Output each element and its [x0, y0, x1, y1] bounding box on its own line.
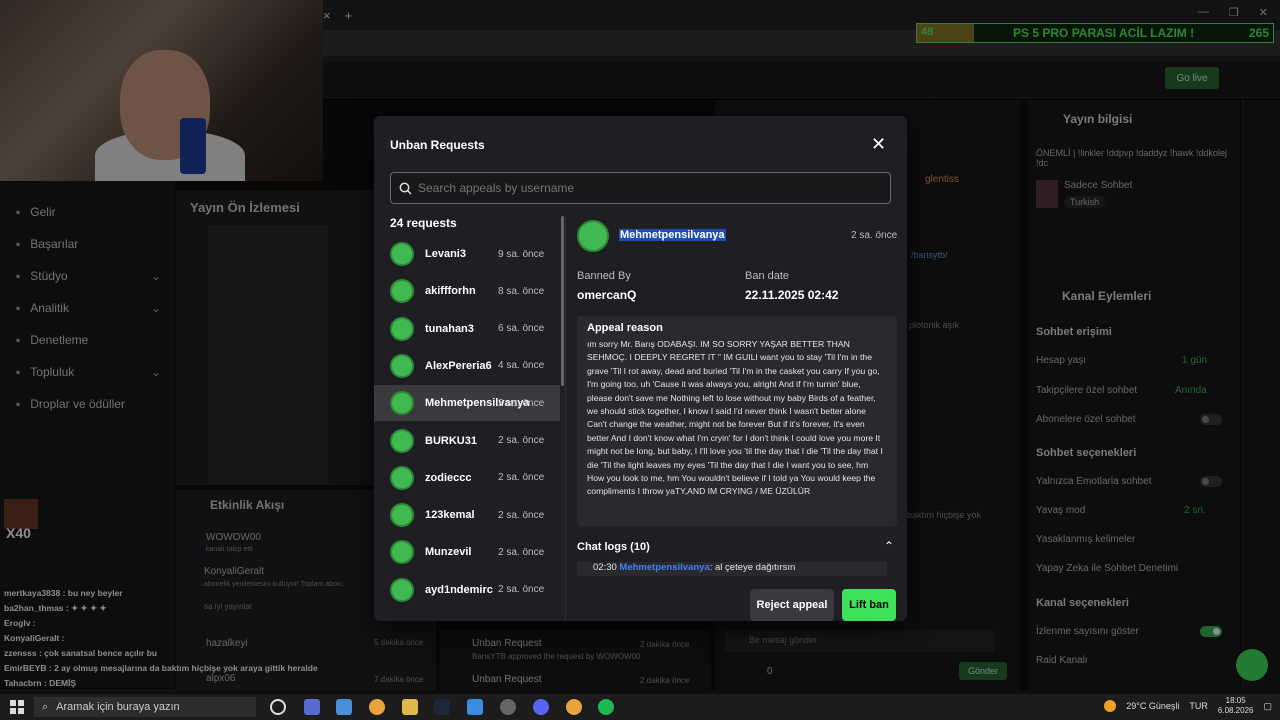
- notification-icon[interactable]: ▢: [1263, 701, 1272, 712]
- clock[interactable]: 18:05 6.08.2026: [1218, 696, 1254, 716]
- system-tray: 29°C Güneşli TUR 18:05 6.08.2026 ▢: [1104, 696, 1272, 716]
- request-list: Levani3 9 sa. önce akiffforhn 8 sa. önce tun…: [374, 236, 564, 621]
- app-icon[interactable]: [336, 699, 352, 715]
- appeal-search[interactable]: [390, 172, 891, 204]
- request-row[interactable]: Mehmetpensilvanya 2 sa. önce: [374, 385, 560, 422]
- appeal-reason-title: Appeal reason: [587, 322, 663, 334]
- chat-log-user[interactable]: Mehmetpensilvanya: [619, 562, 709, 573]
- banned-by-value: omercanQ: [577, 288, 637, 302]
- discord-icon[interactable]: [533, 699, 549, 715]
- clock-time: 18:05: [1225, 696, 1246, 705]
- request-username: AlexPereria6: [425, 359, 492, 372]
- avatar: [390, 316, 414, 341]
- chat-log-time: 02:30: [593, 562, 617, 573]
- avatar: [577, 220, 609, 252]
- lift-ban-button[interactable]: Lift ban: [842, 589, 896, 621]
- request-time: 8 sa. önce: [498, 285, 545, 297]
- request-time: 2 sa. önce: [498, 435, 545, 446]
- request-username: Levani3: [425, 248, 466, 260]
- avatar: [390, 428, 414, 453]
- request-row[interactable]: zodieccc 2 sa. önce: [374, 460, 560, 496]
- cortana-icon[interactable]: [270, 699, 286, 715]
- modal-title: Unban Requests: [390, 138, 485, 152]
- app-icon[interactable]: [304, 699, 320, 715]
- taskbar-search-label: Aramak için buraya yazın: [56, 701, 180, 713]
- request-time: 2 sa. önce: [498, 509, 545, 521]
- avatar: [390, 391, 414, 416]
- avatar: [390, 503, 414, 528]
- request-username: akiffforhn: [425, 285, 476, 298]
- ban-date-value: 22.11.2025 02:42: [745, 288, 839, 302]
- request-row[interactable]: Munzevil 2 sa. önce: [374, 534, 560, 570]
- avatar: [390, 465, 414, 490]
- request-username: 123kemal: [425, 509, 475, 522]
- chrome-icon[interactable]: [369, 699, 385, 715]
- search-icon: [399, 182, 412, 195]
- clock-date: 6.08.2026: [1217, 706, 1254, 715]
- steam-icon[interactable]: [434, 699, 450, 715]
- chrome-icon[interactable]: [566, 699, 582, 715]
- request-time: 2 sa. önce: [498, 584, 545, 596]
- search-input[interactable]: [418, 181, 878, 195]
- taskbar-search[interactable]: ⌕ Aramak için buraya yazın: [34, 697, 256, 717]
- reject-appeal-button[interactable]: Reject appeal: [750, 589, 834, 621]
- request-time: 6 sa. önce: [498, 323, 545, 335]
- search-icon: ⌕: [42, 700, 49, 713]
- request-time: 9 sa. önce: [498, 248, 545, 260]
- obs-icon[interactable]: [500, 699, 516, 715]
- banned-by-label: Banned By: [577, 270, 631, 282]
- close-icon[interactable]: ✕: [871, 134, 886, 155]
- appeal-reason-box: Appeal reason ım sorry Mr. Barış ODABAŞI…: [577, 316, 897, 526]
- request-username: BURKU31: [425, 434, 477, 447]
- request-username: Munzevil: [425, 546, 472, 559]
- avatar: [390, 353, 414, 378]
- appeal-username[interactable]: Mehmetpensilvanya: [619, 229, 726, 241]
- request-time: 2 sa. önce: [498, 546, 545, 558]
- chat-log-text: : al çeteye dağıtırsın: [709, 562, 796, 573]
- divider: [565, 216, 566, 621]
- avatar: [390, 577, 414, 602]
- weather-icon: [1104, 700, 1117, 712]
- request-row[interactable]: ayd1ndemirc 2 sa. önce: [374, 572, 560, 608]
- request-time: 4 sa. önce: [498, 360, 545, 372]
- request-row[interactable]: 123kemal 2 sa. önce: [374, 497, 560, 533]
- appeal-reason-text: ım sorry Mr. Barış ODABAŞI. IM SO SORRY …: [587, 339, 883, 497]
- request-row[interactable]: Levani3 9 sa. önce: [374, 236, 560, 272]
- chat-log-row: 02:30 Mehmetpensilvanya: al çeteye dağıt…: [577, 562, 887, 576]
- request-time: 2 sa. önce: [498, 397, 545, 409]
- avatar: [390, 540, 414, 565]
- request-username: zodieccc: [425, 471, 472, 484]
- ban-date-label: Ban date: [745, 270, 790, 282]
- request-row[interactable]: BURKU31 2 sa. önce: [374, 423, 560, 459]
- weather-text[interactable]: 29°C Güneşli: [1126, 701, 1179, 711]
- app-icon[interactable]: [467, 699, 483, 715]
- chevron-up-icon[interactable]: ⌃: [884, 539, 894, 553]
- avatar: [390, 279, 414, 304]
- request-row[interactable]: AlexPereria6 4 sa. önce: [374, 348, 560, 384]
- request-username: tunahan3: [425, 322, 474, 335]
- request-time: 2 sa. önce: [498, 472, 545, 484]
- request-username: ayd1ndemirc: [425, 583, 493, 596]
- appeal-time: 2 sa. önce: [851, 230, 898, 241]
- windows-start-icon[interactable]: [10, 700, 24, 714]
- avatar: [390, 242, 414, 266]
- request-count: 24 requests: [390, 216, 457, 230]
- spotify-icon[interactable]: [598, 699, 614, 715]
- request-row[interactable]: tunahan3 6 sa. önce: [374, 311, 560, 347]
- list-scrollbar[interactable]: [561, 216, 564, 386]
- input-language[interactable]: TUR: [1189, 701, 1208, 711]
- unban-requests-modal: Unban Requests ✕ 24 requests Levani3 9 sa…: [374, 116, 907, 621]
- request-row[interactable]: akiffforhn 8 sa. önce: [374, 273, 560, 309]
- chat-logs-title[interactable]: Chat logs (10): [577, 541, 650, 553]
- folder-icon[interactable]: [402, 699, 418, 715]
